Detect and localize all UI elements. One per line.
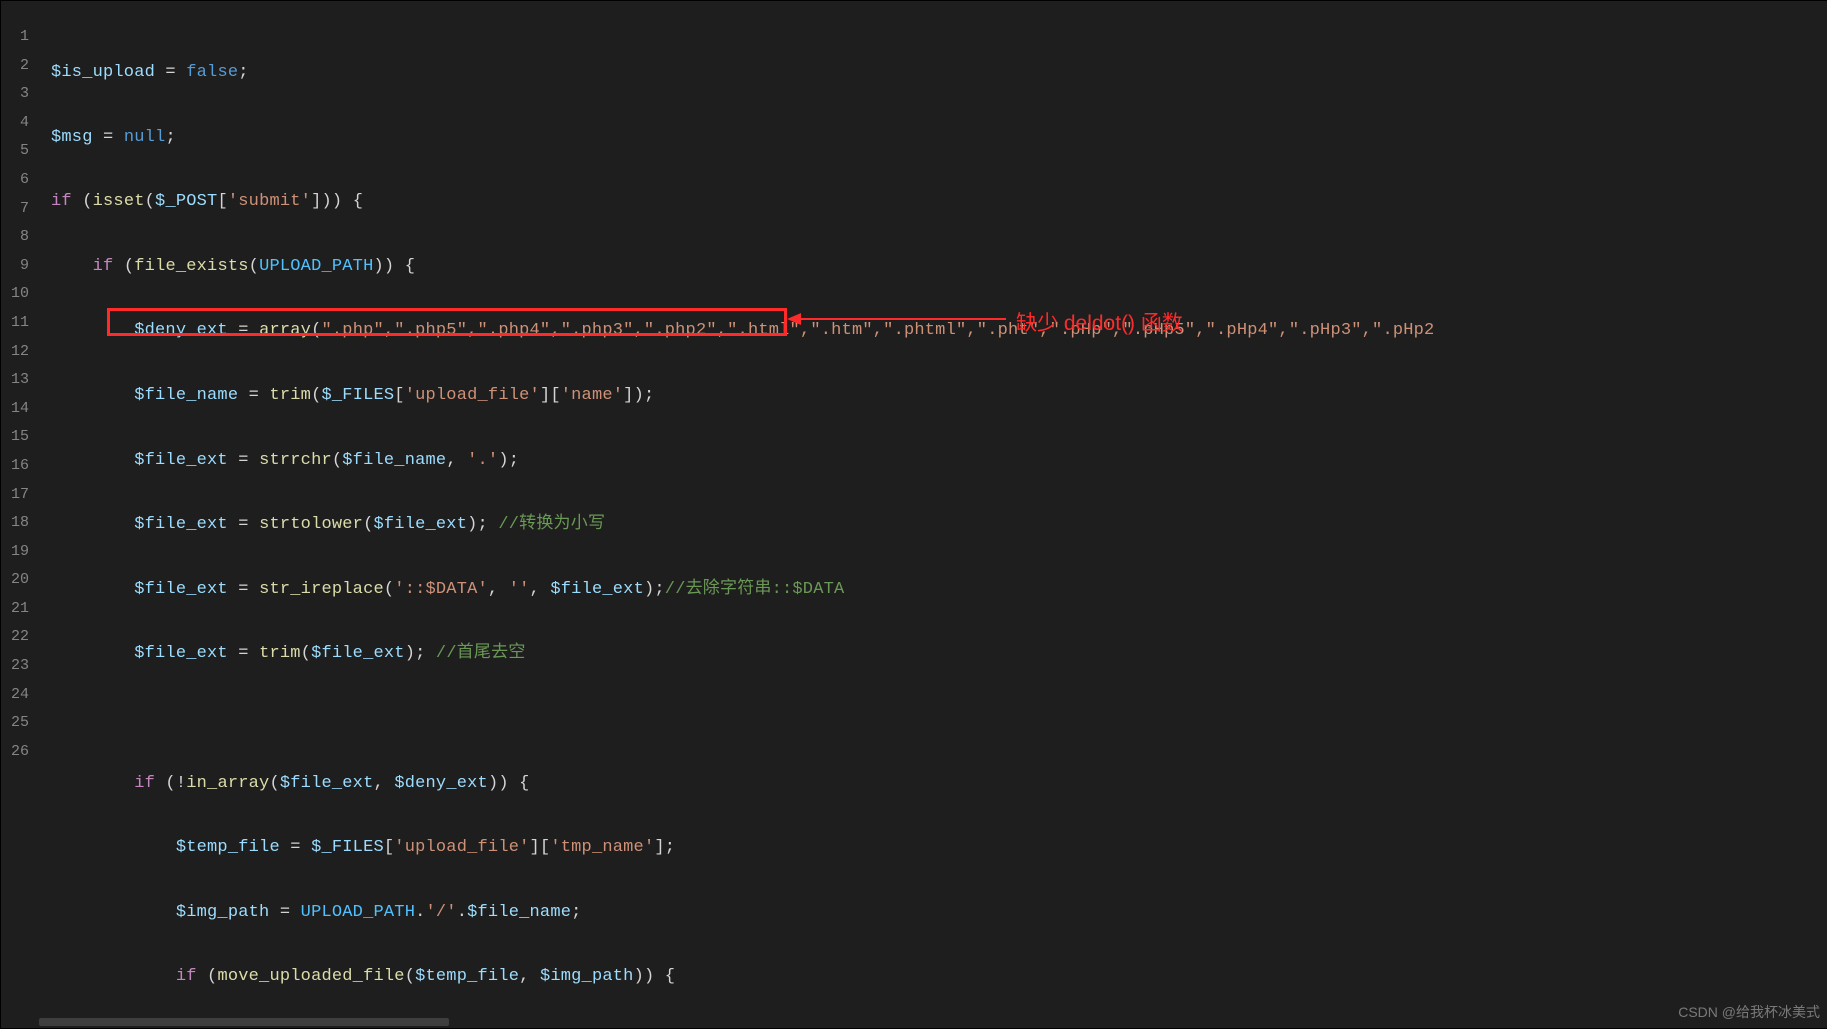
line-number: 5 <box>1 137 39 166</box>
line-number: 25 <box>1 709 39 738</box>
annotation-arrow <box>791 318 1006 320</box>
horizontal-scrollbar-thumb[interactable] <box>39 1018 449 1026</box>
annotation-text: 缺少 deldot() 函数 <box>1016 307 1183 337</box>
code-line: if (file_exists(UPLOAD_PATH)) { <box>51 253 1827 282</box>
code-line: $file_ext = strtolower($file_ext); //转换为… <box>51 511 1827 540</box>
line-number: 1 <box>1 23 39 52</box>
code-line: $is_upload = false; <box>51 59 1827 88</box>
code-line: if (move_uploaded_file($temp_file, $img_… <box>51 963 1827 992</box>
annotation-highlight-box <box>107 308 787 336</box>
code-line: $img_path = UPLOAD_PATH.'/'.$file_name; <box>51 899 1827 928</box>
line-number: 9 <box>1 252 39 281</box>
line-number: 19 <box>1 538 39 567</box>
watermark-text: CSDN @给我杯冰美式 <box>1678 1002 1820 1022</box>
line-number: 23 <box>1 652 39 681</box>
code-line: $file_name = trim($_FILES['upload_file']… <box>51 382 1827 411</box>
line-number: 18 <box>1 509 39 538</box>
code-line: $file_ext = trim($file_ext); //首尾去空 <box>51 640 1827 669</box>
code-line: $temp_file = $_FILES['upload_file']['tmp… <box>51 834 1827 863</box>
code-editor: 1 2 3 4 5 6 7 8 9 10 11 12 13 14 15 16 1… <box>0 0 1827 1029</box>
line-number: 13 <box>1 366 39 395</box>
line-number: 16 <box>1 452 39 481</box>
line-number: 12 <box>1 338 39 367</box>
code-area[interactable]: $is_upload = false; $msg = null; if (iss… <box>39 1 1827 1028</box>
line-number: 21 <box>1 595 39 624</box>
code-line: $file_ext = str_ireplace('::$DATA', '', … <box>51 576 1827 605</box>
line-number: 20 <box>1 566 39 595</box>
code-line: if (!in_array($file_ext, $deny_ext)) { <box>51 770 1827 799</box>
line-number: 11 <box>1 309 39 338</box>
line-number: 3 <box>1 80 39 109</box>
line-number: 2 <box>1 52 39 81</box>
horizontal-scrollbar[interactable] <box>39 1016 1827 1028</box>
line-number: 22 <box>1 623 39 652</box>
line-number: 7 <box>1 195 39 224</box>
code-line: if (isset($_POST['submit'])) { <box>51 188 1827 217</box>
line-number: 14 <box>1 395 39 424</box>
line-number: 8 <box>1 223 39 252</box>
code-line: $file_ext = strrchr($file_name, '.'); <box>51 447 1827 476</box>
line-number: 15 <box>1 423 39 452</box>
line-number: 10 <box>1 280 39 309</box>
line-number: 17 <box>1 481 39 510</box>
line-number: 24 <box>1 681 39 710</box>
line-number-gutter: 1 2 3 4 5 6 7 8 9 10 11 12 13 14 15 16 1… <box>1 1 39 1028</box>
line-number: 6 <box>1 166 39 195</box>
line-number: 4 <box>1 109 39 138</box>
code-line <box>51 705 1827 734</box>
code-line: $msg = null; <box>51 124 1827 153</box>
annotation-arrowhead-icon <box>787 313 801 325</box>
line-number: 26 <box>1 738 39 767</box>
